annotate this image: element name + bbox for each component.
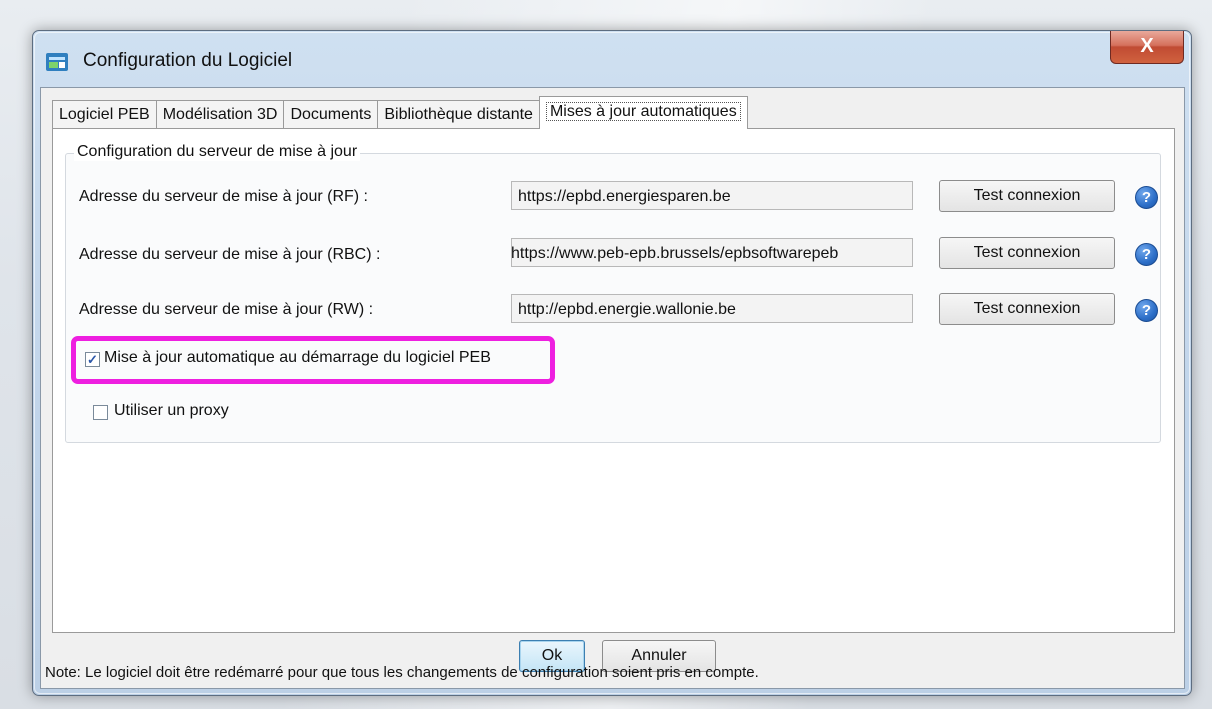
tab-documents[interactable]: Documents — [283, 100, 379, 129]
tab-label: Mises à jour automatiques — [545, 102, 741, 121]
auto-update-label[interactable]: Mise à jour automatique au démarrage du … — [104, 349, 491, 367]
server-rbc-field[interactable]: https://www.peb-epb.brussels/epbsoftware… — [511, 238, 913, 267]
help-icon[interactable]: ? — [1135, 243, 1158, 266]
help-icon[interactable]: ? — [1135, 186, 1158, 209]
help-icon[interactable]: ? — [1135, 299, 1158, 322]
close-icon: X — [1140, 35, 1154, 57]
group-legend: Configuration du serveur de mise à jour — [74, 143, 361, 161]
server-rf-field[interactable]: https://epbd.energiesparen.be — [511, 181, 913, 210]
app-icon — [46, 53, 68, 71]
label-server-rw: Adresse du serveur de mise à jour (RW) : — [79, 301, 374, 318]
restart-note: Note: Le logiciel doit être redémarré po… — [45, 664, 759, 681]
server-rw-field[interactable]: http://epbd.energie.wallonie.be — [511, 294, 913, 323]
auto-update-checkbox[interactable]: ✓ — [85, 352, 100, 367]
close-button[interactable]: X — [1110, 31, 1184, 64]
tab-bibliotheque-distante[interactable]: Bibliothèque distante — [377, 100, 540, 129]
update-server-group: Configuration du serveur de mise à jour … — [65, 143, 1161, 443]
test-connexion-rf-button[interactable]: Test connexion — [939, 180, 1115, 212]
use-proxy-checkbox[interactable] — [93, 405, 108, 420]
tab-panel: Configuration du serveur de mise à jour … — [52, 128, 1175, 633]
tab-bar: Logiciel PEB Modélisation 3D Documents B… — [52, 96, 748, 129]
label-server-rbc: Adresse du serveur de mise à jour (RBC) … — [79, 246, 381, 263]
window-title: Configuration du Logiciel — [83, 50, 293, 71]
tab-logiciel-peb[interactable]: Logiciel PEB — [52, 100, 157, 129]
config-dialog: Configuration du Logiciel X Logiciel PEB… — [32, 30, 1192, 696]
dialog-client-area: Logiciel PEB Modélisation 3D Documents B… — [40, 87, 1185, 689]
label-server-rf: Adresse du serveur de mise à jour (RF) : — [79, 188, 368, 205]
test-connexion-rbc-button[interactable]: Test connexion — [939, 237, 1115, 269]
test-connexion-rw-button[interactable]: Test connexion — [939, 293, 1115, 325]
tab-modelisation-3d[interactable]: Modélisation 3D — [155, 100, 285, 129]
tab-mises-a-jour-automatiques[interactable]: Mises à jour automatiques — [538, 96, 748, 129]
use-proxy-label[interactable]: Utiliser un proxy — [114, 402, 229, 420]
